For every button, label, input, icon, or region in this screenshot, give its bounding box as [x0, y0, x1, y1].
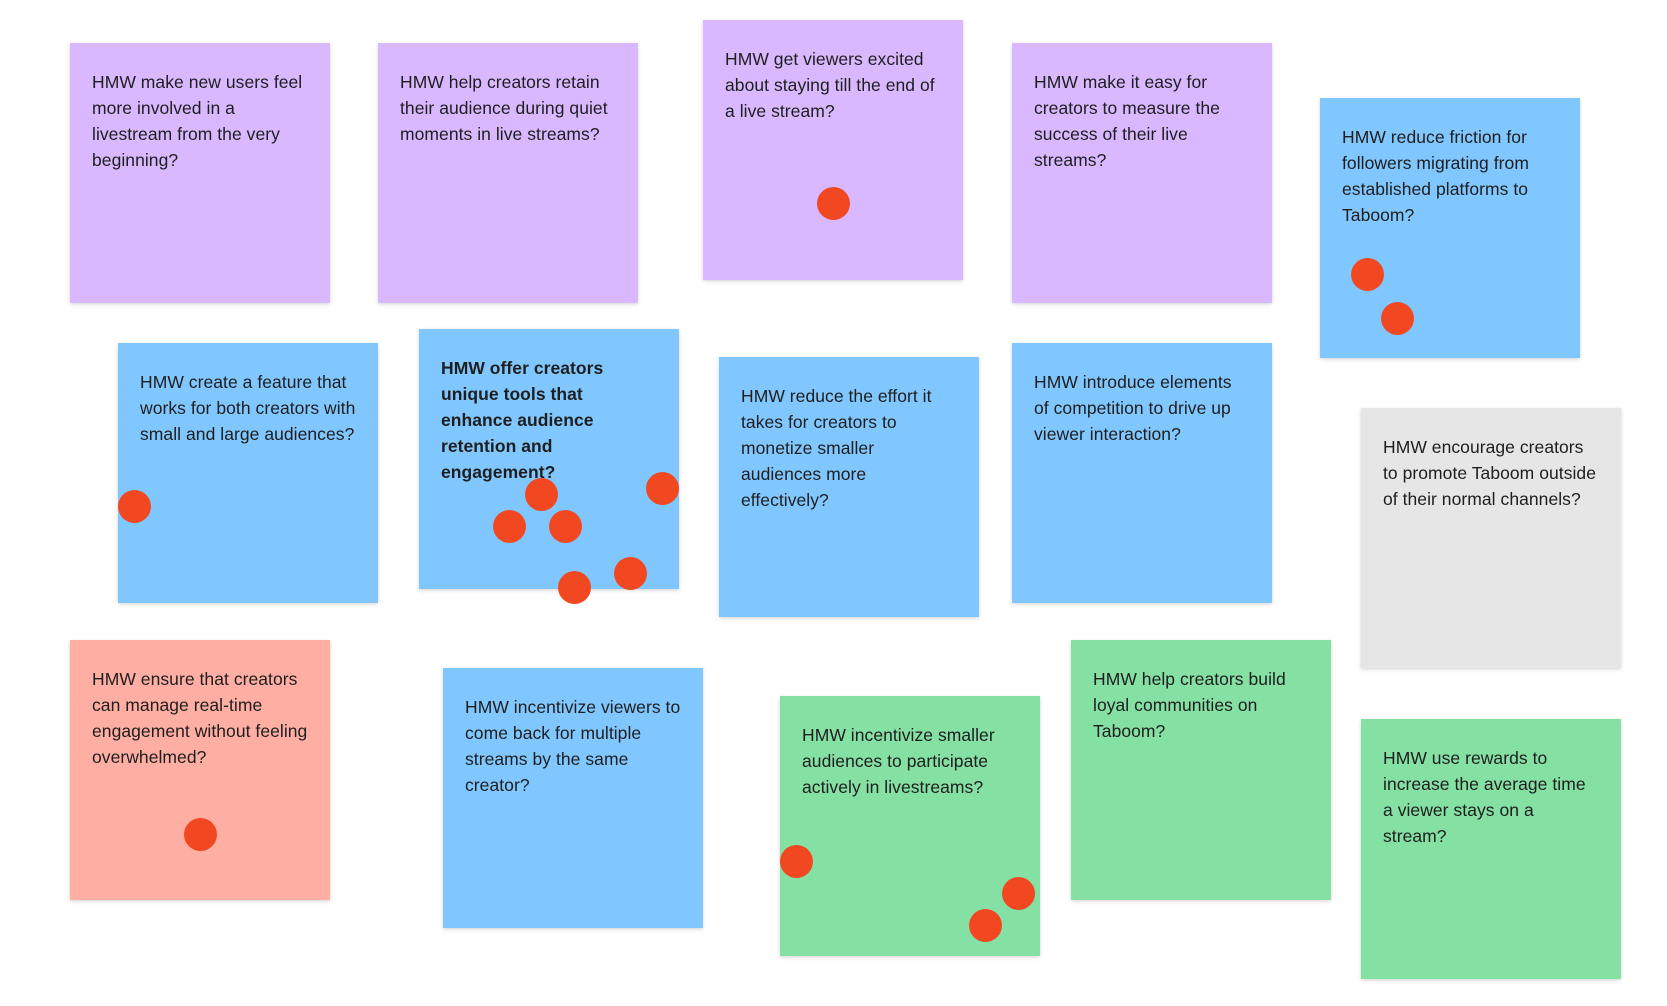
- sticky-note[interactable]: HMW incentivize viewers to come back for…: [443, 668, 703, 928]
- vote-dot[interactable]: [525, 478, 558, 511]
- sticky-note[interactable]: HMW offer creators unique tools that enh…: [419, 329, 679, 589]
- vote-dot[interactable]: [817, 187, 850, 220]
- sticky-note-text: HMW reduce the effort it takes for creat…: [741, 386, 932, 510]
- sticky-note[interactable]: HMW encourage creators to promote Taboom…: [1361, 408, 1621, 668]
- sticky-note-text: HMW create a feature that works for both…: [140, 372, 356, 444]
- sticky-note[interactable]: HMW make it easy for creators to measure…: [1012, 43, 1272, 303]
- sticky-note[interactable]: HMW reduce friction for followers migrat…: [1320, 98, 1580, 358]
- sticky-note[interactable]: HMW get viewers excited about staying ti…: [703, 20, 963, 280]
- sticky-note[interactable]: HMW use rewards to increase the average …: [1361, 719, 1621, 979]
- vote-dot[interactable]: [1381, 302, 1414, 335]
- vote-dot[interactable]: [1002, 877, 1035, 910]
- vote-dot[interactable]: [493, 510, 526, 543]
- sticky-note-text: HMW make it easy for creators to measure…: [1034, 72, 1220, 170]
- sticky-note-text: HMW ensure that creators can manage real…: [92, 669, 308, 767]
- sticky-note-text: HMW offer creators unique tools that enh…: [441, 358, 604, 482]
- sticky-note[interactable]: HMW incentivize smaller audiences to par…: [780, 696, 1040, 956]
- sticky-note-text: HMW reduce friction for followers migrat…: [1342, 127, 1529, 225]
- sticky-note-text: HMW use rewards to increase the average …: [1383, 748, 1586, 846]
- vote-dot[interactable]: [118, 490, 151, 523]
- sticky-note-text: HMW make new users feel more involved in…: [92, 72, 303, 170]
- sticky-note[interactable]: HMW reduce the effort it takes for creat…: [719, 357, 979, 617]
- sticky-note[interactable]: HMW make new users feel more involved in…: [70, 43, 330, 303]
- vote-dot[interactable]: [614, 557, 647, 590]
- sticky-note-text: HMW help creators build loyal communitie…: [1093, 669, 1286, 741]
- sticky-note-text: HMW incentivize viewers to come back for…: [465, 697, 681, 795]
- vote-dot[interactable]: [558, 571, 591, 604]
- sticky-note-text: HMW incentivize smaller audiences to par…: [802, 725, 995, 797]
- sticky-note-text: HMW get viewers excited about staying ti…: [725, 49, 935, 121]
- vote-dot[interactable]: [549, 510, 582, 543]
- sticky-note[interactable]: HMW help creators build loyal communitie…: [1071, 640, 1331, 900]
- sticky-note[interactable]: HMW introduce elements of competition to…: [1012, 343, 1272, 603]
- sticky-note[interactable]: HMW ensure that creators can manage real…: [70, 640, 330, 900]
- vote-dot[interactable]: [780, 845, 813, 878]
- sticky-note-text: HMW help creators retain their audience …: [400, 72, 608, 144]
- vote-dot[interactable]: [646, 472, 679, 505]
- sticky-note-text: HMW introduce elements of competition to…: [1034, 372, 1232, 444]
- whiteboard-canvas[interactable]: HMW make new users feel more involved in…: [0, 0, 1667, 1006]
- vote-dot[interactable]: [1351, 258, 1384, 291]
- sticky-note[interactable]: HMW help creators retain their audience …: [378, 43, 638, 303]
- sticky-note-text: HMW encourage creators to promote Taboom…: [1383, 437, 1597, 509]
- vote-dot[interactable]: [969, 909, 1002, 942]
- sticky-note[interactable]: HMW create a feature that works for both…: [118, 343, 378, 603]
- vote-dot[interactable]: [184, 818, 217, 851]
